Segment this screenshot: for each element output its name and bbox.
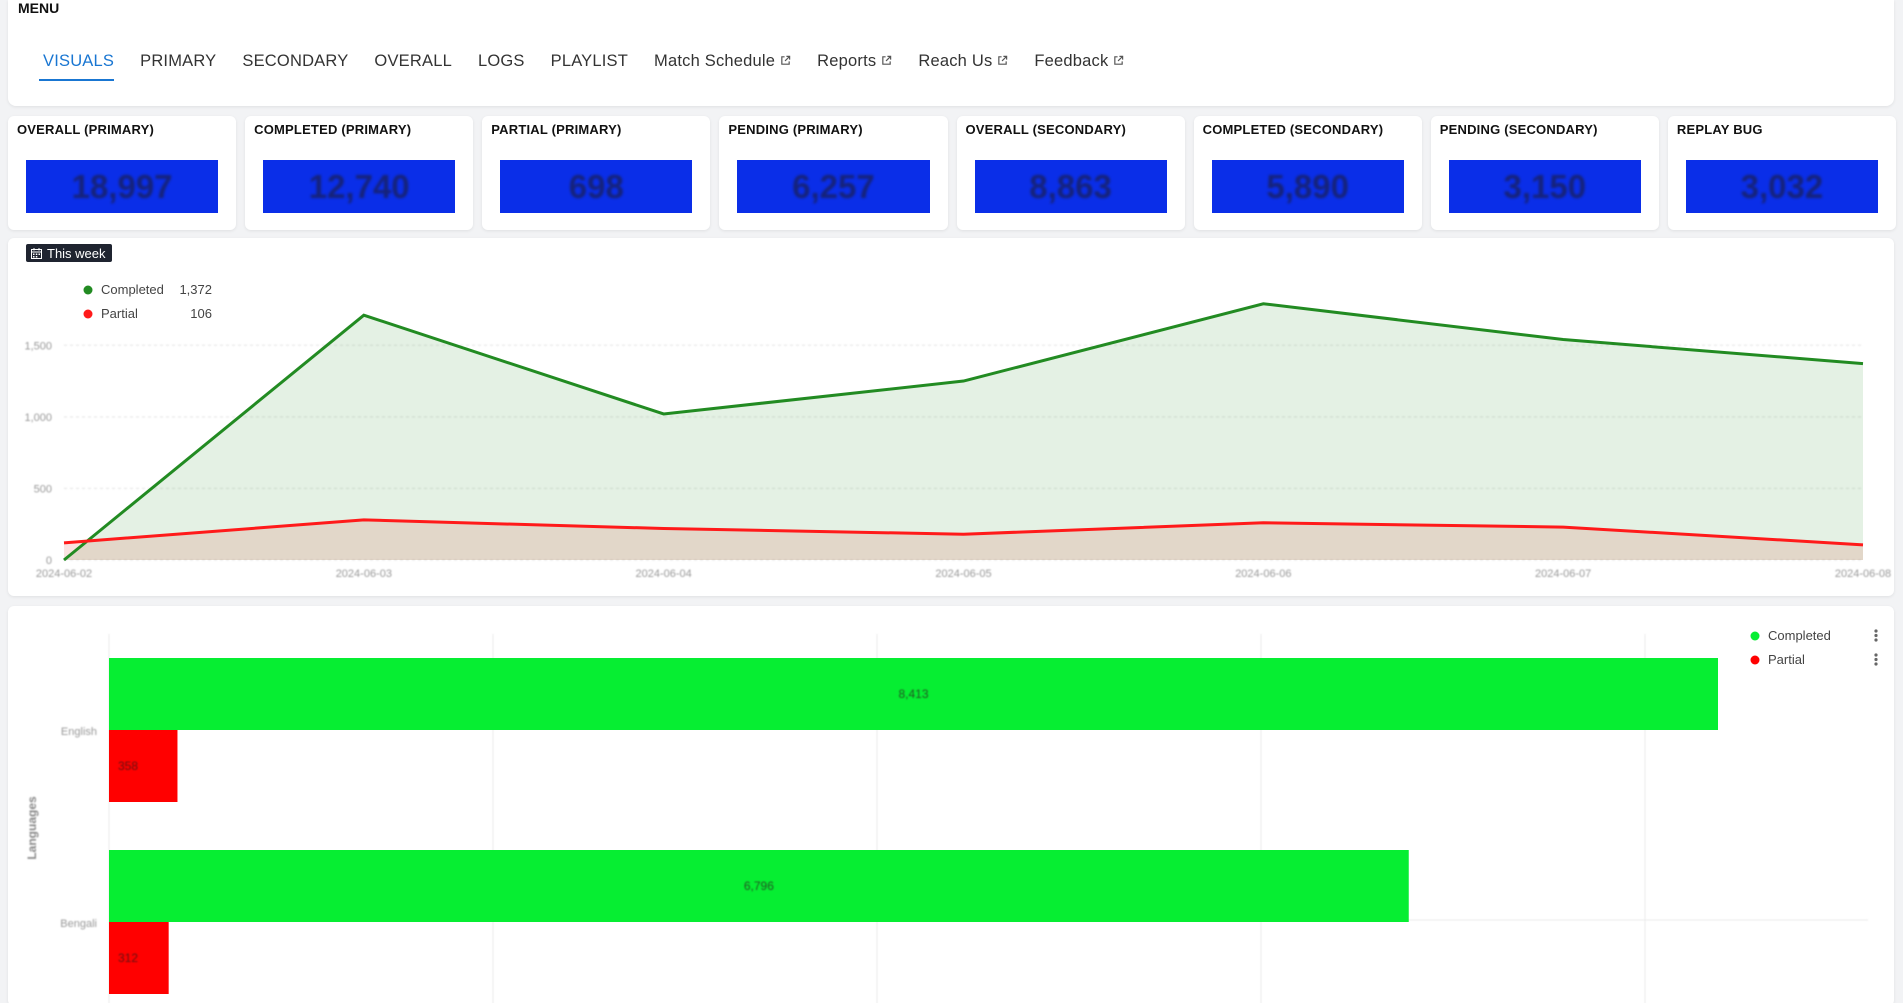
stat-card: PARTIAL (PRIMARY) 698	[482, 116, 711, 230]
stat-label: COMPLETED (PRIMARY)	[254, 122, 412, 137]
nav-tab-overall[interactable]: OVERALL	[361, 52, 465, 81]
nav-tab-match-schedule[interactable]: Match Schedule	[641, 52, 804, 81]
nav-tab-feedback[interactable]: Feedback	[1021, 52, 1137, 81]
bar-value-label: 358	[118, 759, 138, 773]
stat-value: 3,150	[1503, 167, 1587, 205]
nav-tab-label: LOGS	[477, 52, 525, 70]
languages-card: English 8,413 358 Bengali 6,796 312 Languages C…	[8, 606, 1894, 1003]
y-axis-label: Languages	[25, 796, 39, 860]
external-link-icon	[882, 55, 892, 65]
legend-swatch	[83, 285, 93, 295]
y-tick-label: 1,500	[24, 340, 52, 352]
nav-tab-primary[interactable]: PRIMARY	[127, 52, 229, 81]
stat-card: PENDING (PRIMARY) 6,257	[719, 116, 948, 230]
stat-label: OVERALL (SECONDARY)	[965, 122, 1127, 137]
legend-name[interactable]: Partial	[1768, 652, 1805, 667]
x-tick-label: 2024-06-04	[636, 568, 692, 580]
legend-swatch	[1750, 655, 1760, 665]
more-options-icon[interactable]	[1874, 629, 1878, 642]
nav-tab-label: Reports	[817, 52, 877, 70]
category-label: Bengali	[60, 918, 97, 930]
stat-card: OVERALL (PRIMARY) 18,997	[8, 116, 237, 230]
stat-label: PENDING (SECONDARY)	[1439, 122, 1598, 137]
stat-value-box: 3,150	[1448, 160, 1641, 213]
stat-value: 12,740	[308, 167, 410, 205]
bar-value-label: 8,413	[898, 687, 928, 701]
stat-value-box: 12,740	[263, 160, 456, 213]
stat-card: OVERALL (SECONDARY) 8,863	[956, 116, 1185, 230]
nav-tab-label: PLAYLIST	[550, 52, 629, 70]
y-tick-label: 500	[34, 483, 52, 495]
stat-value-box: 8,863	[974, 160, 1167, 213]
bar-value-label: 6,796	[744, 879, 774, 893]
stat-value-box: 3,032	[1685, 160, 1878, 213]
legend-name[interactable]: Partial	[101, 306, 138, 321]
external-link-icon	[1114, 55, 1124, 65]
x-tick-label: 2024-06-08	[1835, 568, 1891, 580]
x-tick-label: 2024-06-03	[336, 568, 392, 580]
nav-tab-label: VISUALS	[43, 52, 115, 70]
menu-card: MENU VISUALS PRIMARY SECONDARY OVERALL LOGS P…	[8, 0, 1894, 106]
category-label: English	[61, 726, 97, 738]
nav-tab-playlist[interactable]: PLAYLIST	[538, 52, 641, 81]
stat-value-box: 698	[500, 160, 693, 213]
nav-tab-visuals[interactable]: VISUALS	[30, 52, 127, 81]
menu-title: MENU	[18, 0, 60, 16]
stat-value: 8,863	[1029, 167, 1112, 205]
stats-row: OVERALL (PRIMARY) 18,997 COMPLETED (PRIMAR…	[8, 116, 1896, 230]
weekly-trend-card: This week 0 500 1,000 1,500 2024-06-02 2024-0…	[8, 238, 1894, 596]
x-tick-label: 2024-06-07	[1535, 568, 1591, 580]
x-tick-label: 2024-06-05	[935, 568, 991, 580]
external-link-icon	[781, 55, 791, 65]
legend-name[interactable]: Completed	[101, 282, 164, 297]
stat-card: COMPLETED (SECONDARY) 5,890	[1193, 116, 1422, 230]
stat-card: PENDING (SECONDARY) 3,150	[1430, 116, 1659, 230]
stat-value: 18,997	[71, 167, 173, 205]
nav-tab-label: Feedback	[1034, 52, 1109, 70]
external-link-icon	[998, 55, 1008, 65]
y-tick-label: 0	[46, 555, 52, 567]
weekly-area-chart: 0 500 1,000 1,500 2024-06-02 2024-06-03 2024-0…	[24, 282, 1891, 580]
stat-value: 698	[568, 167, 624, 205]
nav-tab-logs[interactable]: LOGS	[465, 52, 538, 81]
stat-label: PENDING (PRIMARY)	[728, 122, 863, 137]
stat-value: 5,890	[1266, 167, 1349, 205]
legend-swatch	[1750, 631, 1760, 641]
legend-value: 1,372	[179, 282, 212, 297]
legend-value: 106	[190, 306, 212, 321]
y-tick-label: 1,000	[24, 412, 52, 424]
bar-value-label: 312	[118, 951, 138, 965]
nav-tab-reports[interactable]: Reports	[804, 52, 905, 81]
languages-bar-chart: English 8,413 358 Bengali 6,796 312 Languages C…	[25, 628, 1878, 1003]
stat-label: REPLAY BUG	[1676, 122, 1763, 137]
nav-tab-label: Match Schedule	[654, 52, 776, 70]
nav-tab-label: SECONDARY	[242, 52, 349, 70]
legend-swatch	[83, 309, 93, 319]
nav-tab-label: Reach Us	[918, 52, 993, 70]
nav-tab-secondary[interactable]: SECONDARY	[229, 52, 361, 81]
stat-value-box: 6,257	[737, 160, 930, 213]
stat-value: 3,032	[1740, 167, 1824, 205]
more-options-icon[interactable]	[1874, 653, 1878, 666]
main-nav: VISUALS PRIMARY SECONDARY OVERALL LOGS PLAYLI…	[30, 52, 1137, 81]
x-tick-label: 2024-06-06	[1235, 568, 1291, 580]
stat-card: COMPLETED (PRIMARY) 12,740	[245, 116, 474, 230]
stat-value-box: 5,890	[1211, 160, 1404, 213]
stat-label: COMPLETED (SECONDARY)	[1202, 122, 1384, 137]
legend-name[interactable]: Completed	[1768, 628, 1831, 643]
stat-label: PARTIAL (PRIMARY)	[491, 122, 622, 137]
stat-label: OVERALL (PRIMARY)	[17, 122, 155, 137]
stat-card: REPLAY BUG 3,032	[1667, 116, 1896, 230]
stat-value-box: 18,997	[26, 160, 219, 213]
nav-tab-label: OVERALL	[374, 52, 452, 70]
stat-value: 6,257	[792, 167, 875, 205]
x-tick-label: 2024-06-02	[36, 568, 92, 580]
nav-tab-label: PRIMARY	[140, 52, 217, 70]
nav-tab-reach-us[interactable]: Reach Us	[905, 52, 1021, 81]
